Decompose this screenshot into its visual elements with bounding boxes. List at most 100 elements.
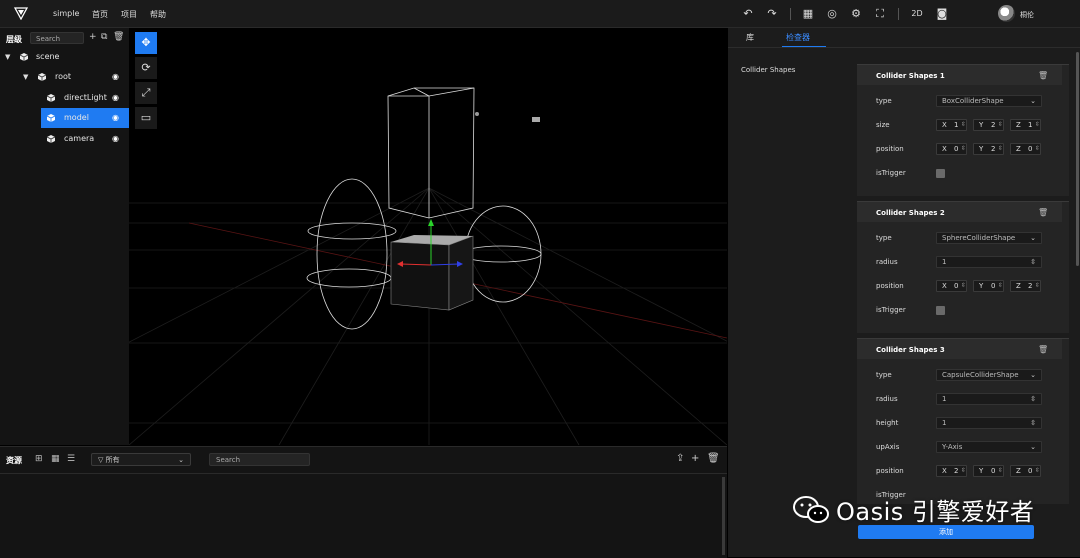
position-x-field[interactable]: X 0 ⇳ xyxy=(936,143,967,155)
rotate-tool-icon[interactable]: ⟳ xyxy=(135,57,157,79)
scene-viewport[interactable] xyxy=(129,28,727,445)
stepper-icon[interactable]: ⇳ xyxy=(998,120,1003,130)
tree-node-directlight[interactable]: directLight ◉ xyxy=(0,88,129,108)
trash-icon[interactable]: 🗑 xyxy=(1038,71,1048,80)
type-select[interactable]: BoxColliderShape ⌄ xyxy=(936,95,1042,107)
chevron-down-icon: ⌄ xyxy=(1030,443,1036,451)
list-icon[interactable]: ☰ xyxy=(67,454,75,464)
fullscreen-icon[interactable]: ⛶ xyxy=(873,7,887,21)
tree-node-model[interactable]: model ◉ xyxy=(41,108,129,128)
position-y-field[interactable]: Y 2 ⇳ xyxy=(973,143,1004,155)
mode-2d-button[interactable]: 2D xyxy=(908,7,926,21)
upaxis-select[interactable]: Y-Axis ⌄ xyxy=(936,441,1042,453)
stepper-icon[interactable]: ⇳ xyxy=(1030,418,1036,428)
tree-node-root[interactable]: ▼ root ◉ xyxy=(0,67,129,87)
grid-small-icon[interactable]: ▦ xyxy=(51,454,60,464)
upload-icon[interactable]: ⇪ xyxy=(676,453,684,464)
avatar[interactable] xyxy=(998,5,1015,22)
stepper-icon[interactable]: ⇳ xyxy=(998,144,1003,154)
delete-icon[interactable]: 🗑 xyxy=(113,32,124,42)
move-tool-icon[interactable]: ✥ xyxy=(135,32,157,54)
tab-inspector[interactable]: 检查器 xyxy=(786,32,810,43)
hierarchy-search-input[interactable]: Search xyxy=(30,32,84,44)
model-cube[interactable] xyxy=(390,235,474,311)
redo-icon[interactable]: ↷ xyxy=(765,7,779,21)
height-field[interactable]: 1 ⇳ xyxy=(936,417,1042,429)
tab-library[interactable]: 库 xyxy=(746,32,754,43)
add-icon[interactable]: + xyxy=(691,453,699,464)
scrollbar[interactable] xyxy=(1076,52,1079,266)
duplicate-icon[interactable]: ⧉ xyxy=(101,32,107,42)
type-select[interactable]: CapsuleColliderShape ⌄ xyxy=(936,369,1042,381)
position-y-field[interactable]: Y 0 ⇳ xyxy=(973,465,1004,477)
trash-icon[interactable]: 🗑 xyxy=(1038,345,1048,354)
size-y-field[interactable]: Y 2 ⇳ xyxy=(973,119,1004,131)
target-icon[interactable]: ◎ xyxy=(825,7,839,21)
eye-icon[interactable]: ◉ xyxy=(112,67,119,87)
stepper-icon[interactable]: ⇳ xyxy=(961,144,966,154)
collider-shape-header[interactable]: Collider Shapes 3 🗑 xyxy=(857,339,1062,359)
asset-filter-select[interactable]: ▽ 所有 ⌄ xyxy=(91,453,191,466)
stepper-icon[interactable]: ⇳ xyxy=(1035,281,1040,291)
add-entity-icon[interactable]: + xyxy=(89,32,97,42)
light-gizmo-icon[interactable] xyxy=(475,112,479,116)
collider-shape-header[interactable]: Collider Shapes 1 🗑 xyxy=(857,65,1062,85)
stepper-icon[interactable]: ⇳ xyxy=(961,281,966,291)
camera-snapshot-icon[interactable]: ◙ xyxy=(935,7,949,21)
tree-node-label: root xyxy=(55,72,72,81)
stepper-icon[interactable]: ⇳ xyxy=(1030,257,1036,267)
grid-large-icon[interactable]: ⊞ xyxy=(35,454,43,464)
stepper-icon[interactable]: ⇳ xyxy=(1035,144,1040,154)
position-x-field[interactable]: X 0 ⇳ xyxy=(936,280,967,292)
type-select[interactable]: SphereColliderShape ⌄ xyxy=(936,232,1042,244)
position-y-field[interactable]: Y 0 ⇳ xyxy=(973,280,1004,292)
size-z-field[interactable]: Z 1 ⇳ xyxy=(1010,119,1041,131)
radius-field[interactable]: 1 ⇳ xyxy=(936,256,1042,268)
collider-shape-header[interactable]: Collider Shapes 2 🗑 xyxy=(857,202,1062,222)
app-name[interactable]: simple xyxy=(53,9,79,18)
istrigger-checkbox[interactable] xyxy=(936,169,945,178)
menu-project[interactable]: 项目 xyxy=(121,9,137,20)
undo-icon[interactable]: ↶ xyxy=(741,7,755,21)
chevron-down-icon: ⌄ xyxy=(1030,97,1036,105)
gear-icon[interactable]: ⚙ xyxy=(849,7,863,21)
stepper-icon[interactable]: ⇳ xyxy=(961,120,966,130)
tree-node-scene[interactable]: ▼ scene xyxy=(0,47,129,67)
trash-icon[interactable]: 🗑 xyxy=(1038,208,1048,217)
stepper-icon[interactable]: ⇳ xyxy=(1030,394,1036,404)
delete-icon[interactable]: 🗑 xyxy=(707,453,720,464)
camera-tool-icon[interactable]: ▭ xyxy=(135,107,157,129)
radius-field[interactable]: 1 ⇳ xyxy=(936,393,1042,405)
position-z-field[interactable]: Z 2 ⇳ xyxy=(1010,280,1041,292)
add-component-button[interactable]: 添加 xyxy=(858,525,1034,539)
asset-search-input[interactable]: Search xyxy=(209,453,310,466)
scene-canvas[interactable] xyxy=(129,28,727,445)
qrcode-icon[interactable]: ▦ xyxy=(801,7,815,21)
menu-home[interactable]: 首页 xyxy=(92,9,108,20)
username[interactable]: 桐伦 xyxy=(1020,10,1034,20)
tree-node-camera[interactable]: camera ◉ xyxy=(0,129,129,149)
stepper-icon[interactable]: ⇳ xyxy=(1035,466,1040,476)
eye-icon[interactable]: ◉ xyxy=(112,88,119,108)
eye-icon[interactable]: ◉ xyxy=(112,129,119,149)
scrollbar[interactable] xyxy=(722,477,725,555)
caret-down-icon[interactable]: ▼ xyxy=(23,67,28,87)
size-x-field[interactable]: X 1 ⇳ xyxy=(936,119,967,131)
stepper-icon[interactable]: ⇳ xyxy=(998,466,1003,476)
axis-label: Y xyxy=(979,467,984,475)
hierarchy-panel: 层级 Search + ⧉ 🗑 ▼ scene ▼ root ◉ directL… xyxy=(0,28,129,445)
stepper-icon[interactable]: ⇳ xyxy=(961,466,966,476)
caret-down-icon[interactable]: ▼ xyxy=(5,47,10,67)
istrigger-checkbox[interactable] xyxy=(936,306,945,315)
position-z-field[interactable]: Z 0 ⇳ xyxy=(1010,465,1041,477)
radius-label: radius xyxy=(876,395,898,403)
eye-icon[interactable]: ◉ xyxy=(112,108,119,128)
axis-label: X xyxy=(942,282,947,290)
stepper-icon[interactable]: ⇳ xyxy=(998,281,1003,291)
position-z-field[interactable]: Z 0 ⇳ xyxy=(1010,143,1041,155)
stepper-icon[interactable]: ⇳ xyxy=(1035,120,1040,130)
scale-tool-icon[interactable]: ⤢ xyxy=(135,82,157,104)
menu-help[interactable]: 帮助 xyxy=(150,9,166,20)
position-x-field[interactable]: X 2 ⇳ xyxy=(936,465,967,477)
camera-gizmo-icon[interactable] xyxy=(532,117,540,122)
